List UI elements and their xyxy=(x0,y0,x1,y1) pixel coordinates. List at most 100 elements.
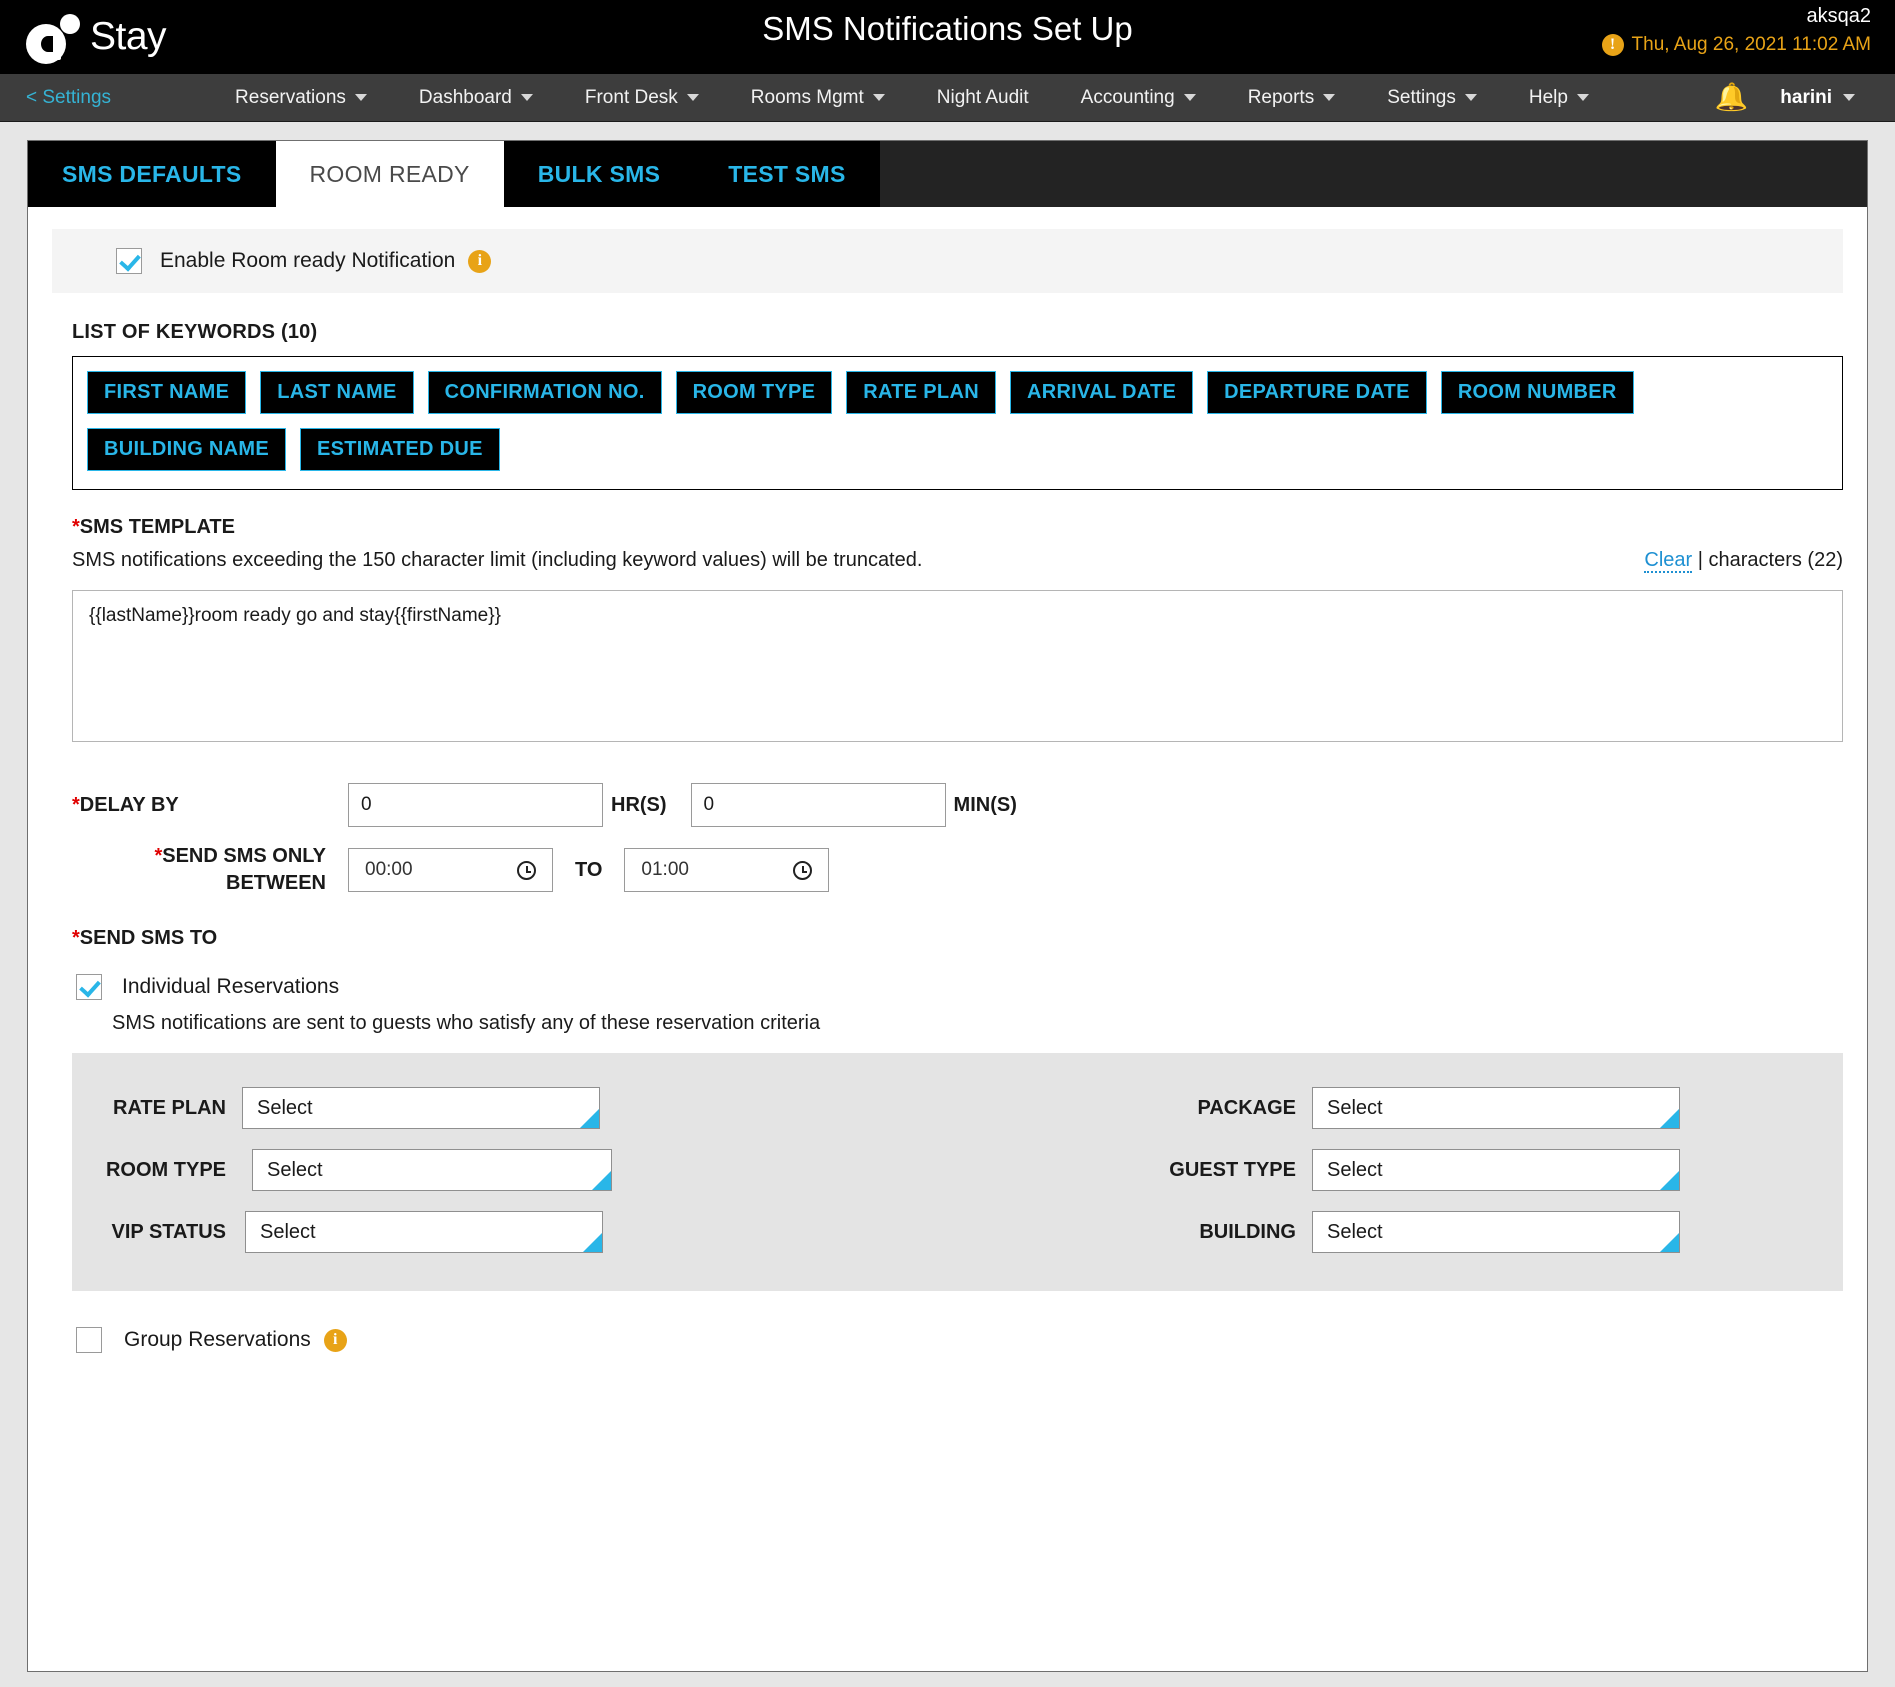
nav-item-help[interactable]: Help xyxy=(1503,87,1615,109)
chevron-down-icon xyxy=(354,94,367,101)
rate-plan-select[interactable]: Select xyxy=(242,1087,600,1129)
required-asterisk: * xyxy=(72,927,80,949)
user-menu-label: harini xyxy=(1780,86,1832,108)
exclamation-icon: ! xyxy=(1601,33,1624,56)
clock-icon xyxy=(793,860,813,880)
chevron-down-icon xyxy=(1323,94,1336,101)
chevron-down-icon xyxy=(1464,94,1477,101)
nav-label: Reservations xyxy=(235,86,346,108)
keyword-chip[interactable]: FIRST NAME xyxy=(87,371,247,414)
business-date-stamp: ! Thu, Aug 26, 2021 11:02 AM xyxy=(1601,33,1871,57)
to-time-value: 01:00 xyxy=(641,859,689,880)
vip-status-select[interactable]: Select xyxy=(245,1211,603,1253)
clear-template-link[interactable]: Clear xyxy=(1644,549,1693,573)
send-between-label: *SEND SMS ONLY BETWEEN xyxy=(72,843,348,897)
nav-label: Front Desk xyxy=(584,86,678,108)
send-between-from-input[interactable]: 00:00 xyxy=(348,848,553,892)
package-label: PACKAGE xyxy=(1197,1096,1296,1119)
required-asterisk: * xyxy=(72,793,80,816)
building-label: BUILDING xyxy=(1199,1220,1296,1243)
bell-icon[interactable]: 🔔 xyxy=(1693,84,1771,111)
info-icon[interactable]: i xyxy=(323,1328,347,1352)
send-between-to-input[interactable]: 01:00 xyxy=(624,848,830,892)
group-reservations-label: Group Reservations xyxy=(124,1328,311,1351)
building-select[interactable]: Select xyxy=(1312,1211,1680,1253)
nav-item-settings[interactable]: Settings xyxy=(1361,87,1503,109)
group-reservations-checkbox[interactable] xyxy=(76,1327,102,1353)
sms-template-label-text: SMS TEMPLATE xyxy=(79,516,235,538)
business-date-text: Thu, Aug 26, 2021 11:02 AM xyxy=(1631,34,1871,55)
delay-hours-input[interactable] xyxy=(348,783,603,827)
keyword-chip[interactable]: ROOM TYPE xyxy=(675,371,833,414)
nav-label: Dashboard xyxy=(418,86,512,108)
enable-room-ready-row: Enable Room ready Notification i xyxy=(52,229,1843,293)
send-sms-to-section-label: *SEND SMS TO xyxy=(72,927,1867,950)
nav-item-rooms-mgmt[interactable]: Rooms Mgmt xyxy=(725,87,911,109)
account-name: aksqa2 xyxy=(1806,5,1872,27)
chevron-down-icon xyxy=(1843,94,1855,101)
sms-template-hint: SMS notifications exceeding the 150 char… xyxy=(72,549,923,571)
nav-items-container: Reservations Dashboard Front Desk Rooms … xyxy=(209,87,1615,109)
sms-template-meta: Clear | characters (22) xyxy=(1644,549,1843,573)
top-header-bar: Stay SMS Notifications Set Up aksqa2 ! T… xyxy=(0,0,1895,74)
enable-room-ready-checkbox[interactable] xyxy=(116,248,142,274)
delay-minutes-input[interactable] xyxy=(690,783,946,827)
header-user-block: aksqa2 ! Thu, Aug 26, 2021 11:02 AM xyxy=(1601,4,1872,57)
keyword-chip[interactable]: CONFIRMATION NO. xyxy=(427,371,662,414)
delay-hours-unit: HR(S) xyxy=(611,793,667,816)
guest-type-label: GUEST TYPE xyxy=(1169,1158,1296,1181)
package-select[interactable]: Select xyxy=(1312,1087,1680,1129)
sms-template-section-label: *SMS TEMPLATE xyxy=(72,516,1867,539)
criteria-hint-text: SMS notifications are sent to guests who… xyxy=(112,1012,821,1034)
tab-test-sms[interactable]: TEST SMS xyxy=(694,141,880,207)
keywords-box: FIRST NAME LAST NAME CONFIRMATION NO. RO… xyxy=(72,356,1843,490)
delay-by-label: *DELAY BY xyxy=(72,794,348,817)
nav-item-dashboard[interactable]: Dashboard xyxy=(393,87,559,109)
chevron-down-icon xyxy=(520,94,533,101)
from-time-value: 00:00 xyxy=(365,859,413,880)
back-to-settings-link[interactable]: < Settings xyxy=(26,87,111,109)
delay-by-row: *DELAY BY HR(S) MIN(S) xyxy=(72,783,1867,827)
nav-label: Accounting xyxy=(1080,86,1175,108)
individual-reservations-label: Individual Reservations xyxy=(122,975,340,998)
content-panel: SMS DEFAULTS ROOM READY BULK SMS TEST SM… xyxy=(27,140,1868,1672)
send-sms-to-label-text: SEND SMS TO xyxy=(79,927,218,949)
required-asterisk: * xyxy=(72,516,80,538)
chevron-down-icon xyxy=(1576,94,1589,101)
nav-label: Settings xyxy=(1387,86,1456,108)
sms-template-textarea[interactable] xyxy=(72,590,1843,742)
nav-label: Rooms Mgmt xyxy=(750,86,864,108)
group-reservations-row: Group Reservations i xyxy=(76,1327,1867,1353)
tab-bulk-sms[interactable]: BULK SMS xyxy=(503,141,695,207)
guest-type-select[interactable]: Select xyxy=(1312,1149,1680,1191)
keyword-chip[interactable]: ESTIMATED DUE xyxy=(300,428,500,471)
vip-status-label: VIP STATUS xyxy=(111,1220,226,1243)
room-type-select[interactable]: Select xyxy=(252,1149,612,1191)
tab-sms-defaults[interactable]: SMS DEFAULTS xyxy=(28,141,276,207)
nav-right-group: 🔔 harini xyxy=(1693,84,1877,111)
tab-strip: SMS DEFAULTS ROOM READY BULK SMS TEST SM… xyxy=(28,141,1867,207)
keyword-chip[interactable]: RATE PLAN xyxy=(846,371,996,414)
nav-item-night-audit[interactable]: Night Audit xyxy=(911,87,1055,109)
chevron-down-icon xyxy=(1183,94,1196,101)
nav-label: Help xyxy=(1528,86,1568,108)
keyword-chip[interactable]: DEPARTURE DATE xyxy=(1207,371,1427,414)
keyword-chip[interactable]: LAST NAME xyxy=(260,371,414,414)
individual-reservations-checkbox[interactable] xyxy=(76,974,102,1000)
nav-label: Night Audit xyxy=(936,86,1029,108)
sms-template-hint-row: SMS notifications exceeding the 150 char… xyxy=(72,549,1843,573)
keyword-chip[interactable]: ARRIVAL DATE xyxy=(1009,371,1194,414)
nav-item-accounting[interactable]: Accounting xyxy=(1055,87,1222,109)
keyword-chip[interactable]: BUILDING NAME xyxy=(87,428,287,471)
send-between-row: *SEND SMS ONLY BETWEEN 00:00 TO 01:00 xyxy=(72,843,1867,897)
clock-icon xyxy=(517,860,536,880)
send-between-line1: SEND SMS ONLY xyxy=(162,845,326,867)
main-navigation-bar: < Settings Reservations Dashboard Front … xyxy=(0,74,1895,122)
nav-item-reservations[interactable]: Reservations xyxy=(209,87,393,109)
keyword-chip[interactable]: ROOM NUMBER xyxy=(1440,371,1634,414)
user-menu[interactable]: harini xyxy=(1770,87,1877,109)
info-icon[interactable]: i xyxy=(468,249,492,273)
nav-item-reports[interactable]: Reports xyxy=(1222,87,1362,109)
nav-item-front-desk[interactable]: Front Desk xyxy=(559,87,725,109)
tab-room-ready[interactable]: ROOM READY xyxy=(275,141,504,207)
